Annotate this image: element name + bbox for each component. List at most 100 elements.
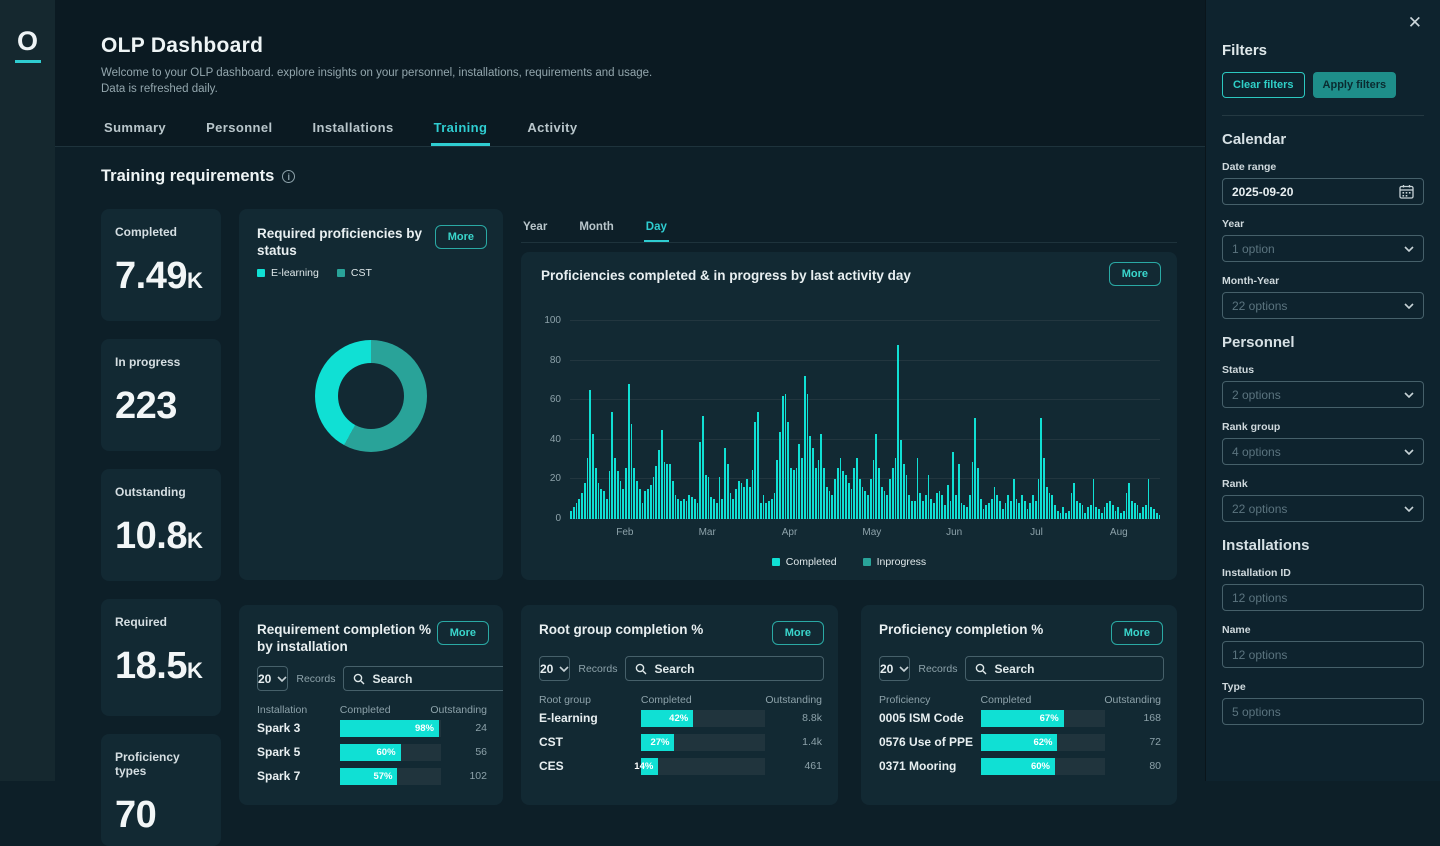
row-name: CST	[539, 735, 641, 749]
chevron-down-icon	[1404, 392, 1414, 398]
bar	[677, 499, 679, 519]
donut-legend: E-learningCST	[239, 259, 503, 279]
row-bar-cell: 60%	[981, 758, 1105, 775]
bar	[966, 507, 968, 519]
table-more-button[interactable]: More	[1111, 621, 1163, 645]
legend-swatch	[772, 558, 780, 566]
filter-field-year[interactable]: 1 option	[1222, 235, 1424, 262]
bar	[1002, 509, 1004, 519]
progress-track: 60%	[981, 758, 1105, 775]
bar	[900, 440, 902, 519]
table-row: 0576 Use of PPE62%72	[861, 730, 1177, 754]
bar-chart-more-button[interactable]: More	[1109, 262, 1161, 286]
tab-summary[interactable]: Summary	[101, 112, 169, 146]
period-tab-day[interactable]: Day	[644, 215, 669, 242]
filter-field-date-range[interactable]: 2025-09-20	[1222, 178, 1424, 205]
page-subtitle-line2: Data is refreshed daily.	[101, 81, 652, 97]
bar	[719, 477, 721, 519]
stat-card-completed: Completed7.49K	[101, 209, 221, 321]
filter-label-rank: Rank	[1222, 478, 1424, 490]
bar	[1159, 515, 1161, 519]
page-subtitle: Welcome to your OLP dashboard. explore i…	[101, 65, 652, 97]
bar	[741, 483, 743, 519]
search-box	[343, 666, 503, 691]
bar	[1145, 505, 1147, 519]
filter-section-calendar: Calendar	[1222, 131, 1424, 148]
tab-personnel[interactable]: Personnel	[203, 112, 275, 146]
tab-installations[interactable]: Installations	[310, 112, 397, 146]
bar	[694, 499, 696, 519]
bar-chart-title: Proficiencies completed & in progress by…	[541, 268, 911, 283]
donut-more-button[interactable]: More	[435, 225, 487, 249]
filter-field-type[interactable]: 5 options	[1222, 698, 1424, 725]
bar	[1153, 509, 1155, 519]
filter-label-month-year: Month-Year	[1222, 275, 1424, 287]
row-bar-cell: 14%	[641, 758, 766, 775]
stat-card-required: Required18.5K	[101, 599, 221, 716]
bar	[743, 487, 745, 519]
bar	[996, 495, 998, 519]
filter-field-status[interactable]: 2 options	[1222, 381, 1424, 408]
bar	[754, 422, 756, 519]
progress-track: 98%	[340, 720, 441, 737]
close-icon[interactable]: ✕	[1408, 14, 1422, 31]
bar	[851, 489, 853, 519]
bar	[1156, 513, 1158, 519]
y-tick-label: 20	[531, 473, 561, 484]
bar	[1150, 507, 1152, 519]
period-tab-month[interactable]: Month	[577, 215, 615, 242]
bar	[845, 475, 847, 519]
bar	[1137, 505, 1139, 519]
bar	[702, 416, 704, 519]
bar	[609, 471, 611, 519]
table-more-button[interactable]: More	[437, 621, 489, 645]
bar	[873, 460, 875, 519]
stat-value: 18.5K	[115, 645, 207, 688]
bar	[977, 468, 979, 519]
bar	[691, 497, 693, 519]
bar	[980, 499, 982, 519]
search-input[interactable]	[654, 662, 814, 676]
bar	[875, 434, 877, 519]
table-more-button[interactable]: More	[772, 621, 824, 645]
filter-field-rank-group[interactable]: 4 options	[1222, 438, 1424, 465]
period-tab-year[interactable]: Year	[521, 215, 549, 242]
bar	[919, 493, 921, 519]
bar	[1051, 495, 1053, 519]
column-header-proficiency: Proficiency	[879, 694, 981, 706]
column-header-root-group: Root group	[539, 694, 641, 706]
progress-fill: 98%	[340, 720, 439, 737]
bar	[628, 384, 630, 519]
bar	[793, 470, 795, 520]
clear-filters-button[interactable]: Clear filters	[1222, 72, 1305, 98]
filter-field-name[interactable]: 12 options	[1222, 641, 1424, 668]
bar	[779, 432, 781, 519]
filter-value-year: 1 option	[1232, 242, 1275, 256]
main-area: OLP Dashboard Welcome to your OLP dashbo…	[55, 0, 1205, 781]
page-size-select[interactable]: 20	[879, 656, 910, 681]
tab-activity[interactable]: Activity	[524, 112, 580, 146]
page-size-select[interactable]: 20	[539, 656, 570, 681]
records-label: Records	[296, 673, 335, 685]
tab-training[interactable]: Training	[431, 112, 491, 146]
stat-value-suffix: K	[187, 528, 202, 553]
bar	[625, 468, 627, 519]
search-input[interactable]	[994, 662, 1154, 676]
legend-swatch	[337, 269, 345, 277]
bar	[870, 479, 872, 519]
progress-track: 67%	[981, 710, 1105, 727]
app-logo[interactable]: O	[15, 26, 41, 63]
bar	[620, 481, 622, 519]
info-icon[interactable]: i	[282, 170, 295, 183]
search-input[interactable]	[372, 672, 503, 686]
page-size-select[interactable]: 20	[257, 666, 288, 691]
row-outstanding: 102	[441, 770, 487, 782]
apply-filters-button[interactable]: Apply filters	[1313, 72, 1397, 98]
row-outstanding: 72	[1105, 736, 1161, 748]
filter-field-month-year[interactable]: 22 options	[1222, 292, 1424, 319]
filter-field-installation-id[interactable]: 12 options	[1222, 584, 1424, 611]
filter-field-rank[interactable]: 22 options	[1222, 495, 1424, 522]
progress-track: 14%	[641, 758, 766, 775]
filters-panel: ✕ Filters Clear filters Apply filters Ca…	[1205, 0, 1440, 781]
bar	[809, 436, 811, 519]
